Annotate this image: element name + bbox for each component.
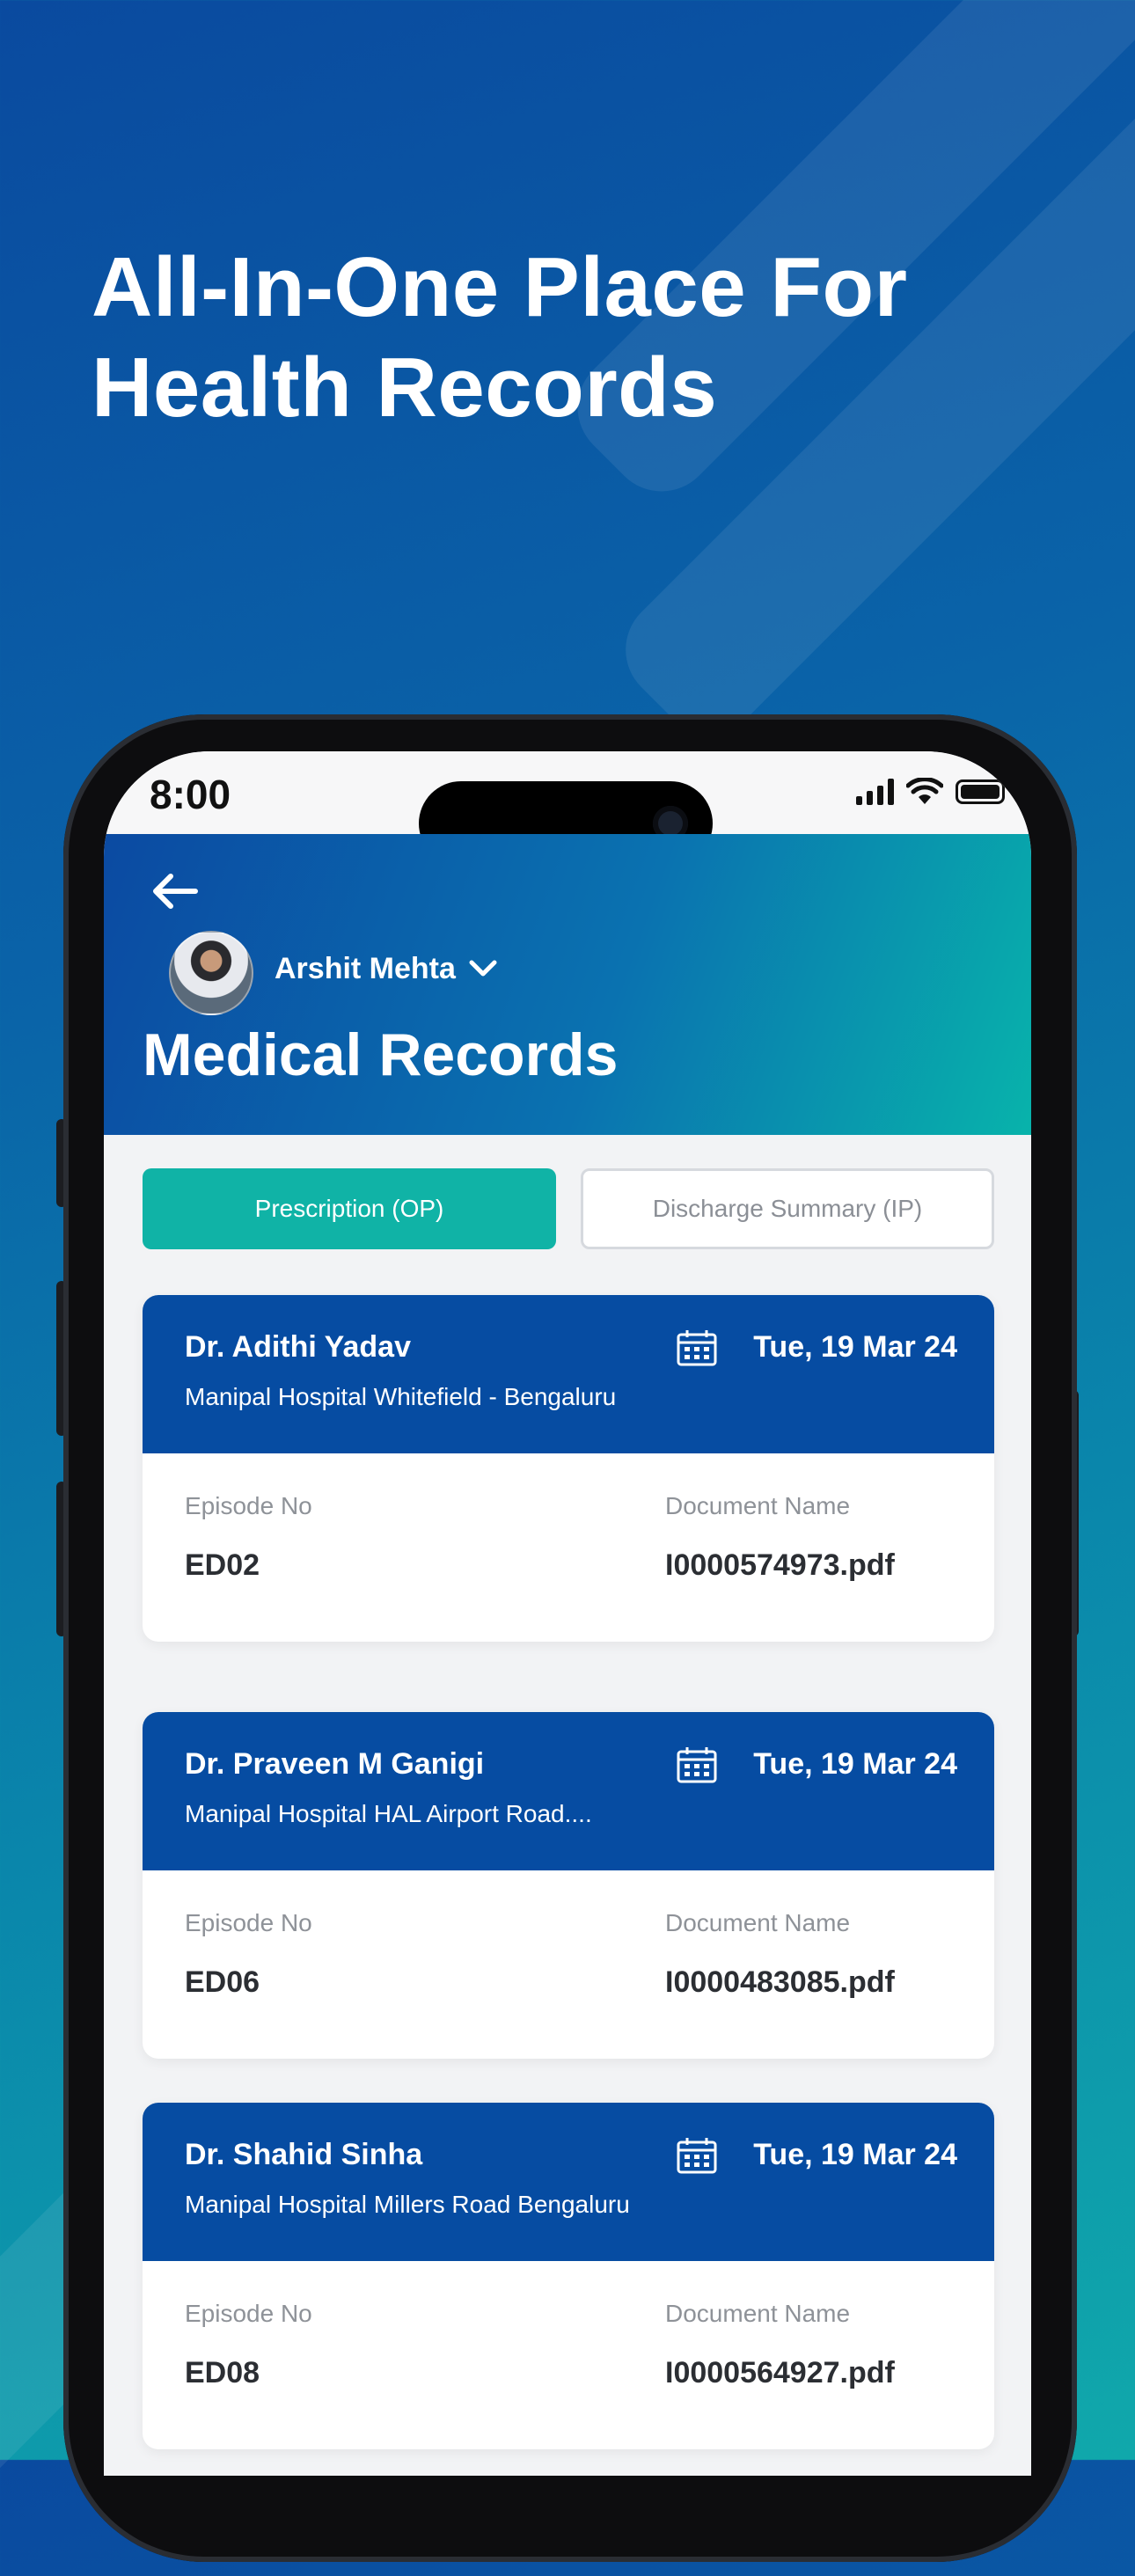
episode-label: Episode No [185,1492,312,1519]
avatar[interactable] [169,931,253,1015]
back-arrow-icon[interactable] [148,869,201,913]
record-card-header: Dr. Adithi Yadav Manipal Hospital Whitef… [143,1295,994,1453]
doctor-name: Dr. Praveen M Ganigi [185,1747,485,1781]
signal-icon [856,779,894,805]
hospital-name: Manipal Hospital Whitefield - Bengaluru [185,1383,617,1410]
records-header: Arshit Mehta Medical Records [104,834,1031,1135]
hospital-name: Manipal Hospital Millers Road Bengaluru [185,2191,630,2218]
chevron-down-icon[interactable] [468,959,498,978]
record-card-header: Dr. Shahid Sinha Manipal Hospital Miller… [143,2103,994,2261]
episode-number: ED02 [185,1548,260,1582]
status-icons [856,778,1005,806]
record-card[interactable]: Dr. Praveen M Ganigi Manipal Hospital HA… [143,1712,994,2059]
phone-screen: 8:00 Arshit Mehta Medical Records Prescr… [104,751,1031,2476]
page-title: Medical Records [143,1021,619,1088]
hospital-name: Manipal Hospital HAL Airport Road.... [185,1800,592,1827]
episode-number: ED08 [185,2356,260,2389]
record-card[interactable]: Dr. Shahid Sinha Manipal Hospital Miller… [143,2103,994,2449]
doctor-name: Dr. Shahid Sinha [185,2138,423,2171]
marketing-headline: All-In-One Place For Health Records [92,240,908,435]
document-label: Document Name [665,1492,851,1519]
record-card-header: Dr. Praveen M Ganigi Manipal Hospital HA… [143,1712,994,1870]
episode-number: ED06 [185,1965,260,1999]
document-name[interactable]: I0000564927.pdf [665,2356,895,2390]
wifi-icon [906,778,943,804]
user-name[interactable]: Arshit Mehta [275,952,456,986]
record-date: Tue, 19 Mar 24 [753,1330,957,1364]
record-type-tabs: Prescription (OP) Discharge Summary (IP) [143,1168,994,1249]
episode-label: Episode No [185,1909,312,1936]
doctor-name: Dr. Adithi Yadav [185,1330,411,1364]
document-label: Document Name [665,2300,851,2327]
calendar-icon [677,1747,717,1783]
tab-discharge-summary-ip[interactable]: Discharge Summary (IP) [581,1168,994,1249]
battery-icon [956,779,1005,804]
document-name[interactable]: I0000574973.pdf [665,1548,895,1583]
document-name[interactable]: I0000483085.pdf [665,1965,895,2000]
record-date: Tue, 19 Mar 24 [753,2138,957,2171]
calendar-icon [677,2138,717,2174]
record-card[interactable]: Dr. Adithi Yadav Manipal Hospital Whitef… [143,1295,994,1642]
episode-label: Episode No [185,2300,312,2327]
calendar-icon [677,1330,717,1366]
document-label: Document Name [665,1909,851,1936]
tab-prescription-op[interactable]: Prescription (OP) [143,1168,556,1249]
record-date: Tue, 19 Mar 24 [753,1747,957,1781]
status-time: 8:00 [150,772,231,817]
